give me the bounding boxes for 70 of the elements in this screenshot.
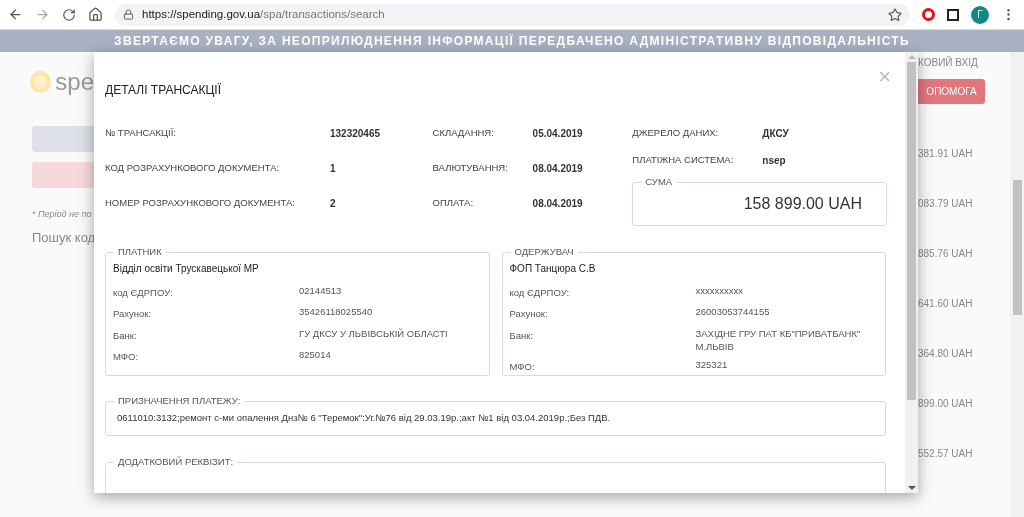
reload-icon[interactable] bbox=[62, 7, 76, 22]
url-text: https://spending.gov.ua/spa/transactions/search bbox=[142, 6, 385, 22]
period-note: * Період не по bbox=[32, 208, 93, 221]
back-icon[interactable] bbox=[8, 7, 23, 22]
page-scroll-thumb[interactable] bbox=[1012, 180, 1022, 315]
lock-icon bbox=[123, 9, 134, 20]
party-field-value: xxxxxxxxxx bbox=[695, 284, 743, 298]
party-field-value: ГУ ДКСУ У ЛЬВІВСЬКІЙ ОБЛАСТІ bbox=[299, 326, 448, 341]
purpose-legend: ПРИЗНАЧЕННЯ ПЛАТЕЖУ: bbox=[114, 395, 245, 407]
party-field-value: 825014 bbox=[299, 347, 331, 362]
scroll-down-icon[interactable] bbox=[907, 486, 916, 490]
amount-text: 083.79 UAH bbox=[918, 197, 974, 211]
extra-field-legend: ДОДАТКОВИЙ РЕКВІЗИТ: bbox=[114, 456, 238, 468]
page-scrollbar[interactable] bbox=[1010, 52, 1024, 517]
field-value: 08.04.2019 bbox=[532, 162, 583, 176]
field-value: ДКСУ bbox=[762, 127, 789, 141]
purpose-text: 0611010:3132;ремонт с-ми опалення Днз№ 6 "Теремок":Уг.№76 від 29.03.19р.;акт №1 від 03.04.2019р.;Без ПДВ. bbox=[117, 411, 611, 426]
party-field-label: МФО: bbox=[509, 359, 536, 374]
party-field-label: МФО: bbox=[113, 349, 140, 364]
party-name: ФОП Танцюра С.В bbox=[509, 262, 597, 276]
party-field-label: код ЄДРПОУ: bbox=[509, 286, 571, 300]
field-value: 1 bbox=[330, 162, 336, 176]
field-label: СКЛАДАННЯ: bbox=[432, 126, 495, 140]
close-button[interactable]: × bbox=[878, 66, 891, 88]
modal-title: ДЕТАЛІ ТРАНСАКЦІЇ bbox=[105, 82, 222, 99]
party-field-value: 26003053744155 bbox=[695, 305, 770, 320]
logo-text: spe bbox=[55, 70, 94, 94]
field-label: ПЛАТІЖНА СИСТЕМА: bbox=[632, 153, 735, 167]
party-name: Відділ освіти Трускавецької МР bbox=[113, 262, 260, 276]
amount-text: 899.00 UAH bbox=[918, 397, 974, 411]
amount-text: 364.80 UAH bbox=[918, 347, 974, 361]
home-icon[interactable] bbox=[88, 7, 103, 22]
field-label: КОД РОЗРАХУНКОВОГО ДОКУМЕНТА: bbox=[105, 161, 281, 175]
help-button[interactable]: ОПОМОГА bbox=[918, 79, 985, 104]
modal-scrollbar[interactable] bbox=[905, 52, 918, 493]
field-value: nsep bbox=[762, 154, 786, 168]
field-value: 2 bbox=[330, 197, 336, 211]
party-field-value: ЗАХІДНЕ ГРУ ПАТ КБ"ПРИВАТБАНК" М.ЛЬВІВ bbox=[695, 326, 862, 353]
notice-banner: ЗВЕРТАЄМО УВАГУ, ЗА НЕОПРИЛЮДНЕННЯ ІНФОРМАЦІЇ ПЕРЕДБАЧЕНО АДМІНІСТРАТИВНУ ВІДПОВІДАЛЬНІСТЬ bbox=[0, 30, 1024, 52]
party-field-label: Рахунок: bbox=[509, 307, 549, 322]
amount-text: 381.91 UAH bbox=[918, 147, 974, 161]
party-field-label: Банк: bbox=[509, 328, 535, 343]
amount-text: 885.76 UAH bbox=[918, 247, 974, 261]
field-value: 08.04.2019 bbox=[532, 197, 583, 211]
field-label: ДЖЕРЕЛО ДАНИХ: bbox=[632, 126, 720, 140]
field-label: № ТРАНСАКЦІЇ: bbox=[105, 126, 177, 140]
profile-avatar[interactable]: Г bbox=[971, 5, 989, 24]
party-field-label: Рахунок: bbox=[113, 307, 153, 322]
party-field-value: 325321 bbox=[695, 357, 728, 372]
field-label: НОМЕР РОЗРАХУНКОВОГО ДОКУМЕНТА: bbox=[105, 196, 296, 210]
party-field-label: Банк: bbox=[113, 328, 138, 343]
amount-text: 641.60 UAH bbox=[918, 297, 974, 311]
forward-icon[interactable] bbox=[35, 7, 50, 22]
field-label: ОПЛАТА: bbox=[432, 196, 475, 210]
scroll-thumb[interactable] bbox=[907, 62, 916, 400]
sum-value: 158 899.00 UAH bbox=[743, 194, 862, 214]
login-link[interactable]: КОВИЙ ВХІД bbox=[918, 55, 1010, 70]
field-value: 05.04.2019 bbox=[532, 127, 583, 141]
party-field-value: 35426118025540 bbox=[299, 305, 373, 320]
party-legend: ОДЕРЖУВАЧ bbox=[510, 246, 578, 258]
bookmark-star-icon[interactable] bbox=[888, 7, 902, 22]
address-bar[interactable]: https://spending.gov.ua/spa/transactions/search bbox=[115, 3, 910, 26]
party-field-label: код ЄДРПОУ: bbox=[113, 286, 174, 300]
sum-legend: СУМА bbox=[641, 176, 677, 188]
amount-text: 552.57 UAH bbox=[918, 447, 974, 461]
party-field-value: 02144513 bbox=[299, 284, 342, 298]
field-value: 132320465 bbox=[330, 127, 381, 141]
logo-icon bbox=[30, 71, 52, 93]
field-label: ВАЛЮТУВАННЯ: bbox=[432, 161, 509, 175]
party-legend: ПЛАТНИК bbox=[114, 246, 166, 258]
